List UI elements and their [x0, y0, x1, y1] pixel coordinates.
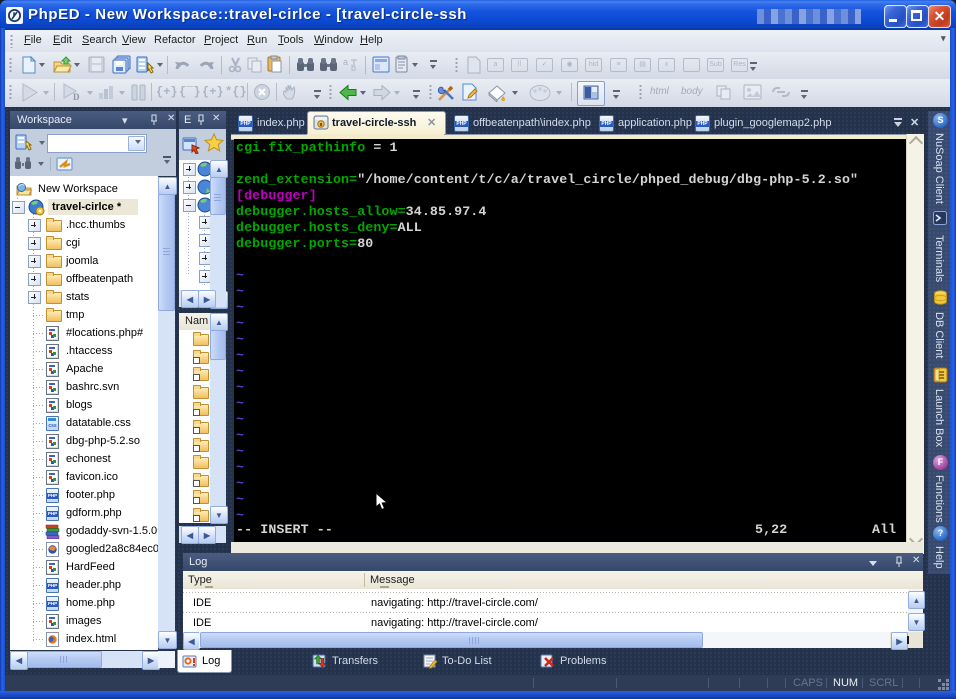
svg-text:a: a: [343, 57, 348, 67]
svg-text:D: D: [73, 92, 80, 102]
